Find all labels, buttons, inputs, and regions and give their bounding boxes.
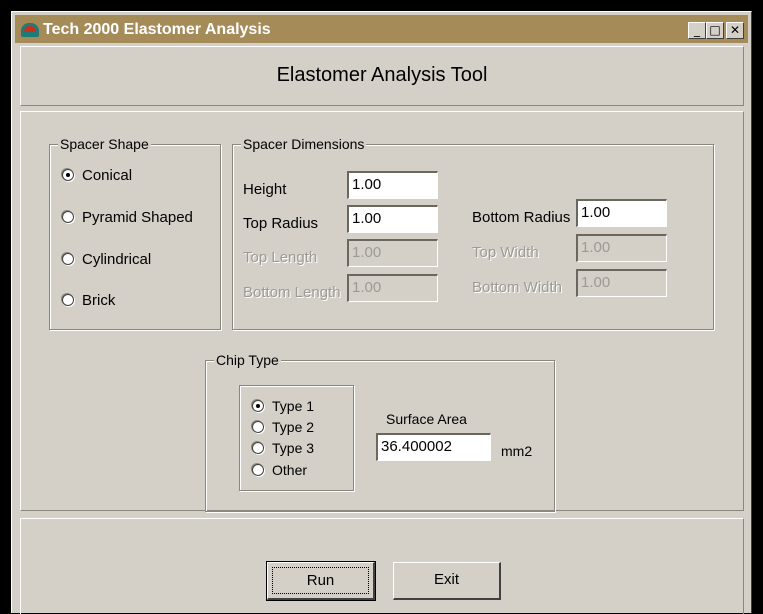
radio-label: Other — [272, 462, 308, 478]
chip-type-legend: Chip Type — [214, 352, 281, 368]
bottom-length-label: Bottom Length — [243, 284, 341, 301]
height-input[interactable]: 1.00 — [347, 171, 438, 199]
chip-type-group: Chip Type Type 1 Type 2 Type 3 Other Sur… — [205, 352, 555, 512]
radio-label: Type 2 — [272, 419, 315, 435]
radio-brick[interactable]: Brick — [62, 292, 115, 309]
spacer-shape-legend: Spacer Shape — [58, 136, 151, 152]
radio-button-icon[interactable] — [62, 294, 74, 307]
radio-label: Type 1 — [272, 398, 315, 414]
exit-button[interactable]: Exit — [393, 562, 501, 600]
title-bar[interactable]: Tech 2000 Elastomer Analysis _ □ ✕ — [15, 15, 748, 43]
radio-button-icon[interactable] — [62, 253, 74, 266]
app-window: Tech 2000 Elastomer Analysis _ □ ✕ Elast… — [11, 11, 752, 614]
radio-button-icon[interactable] — [252, 442, 264, 455]
window-title: Tech 2000 Elastomer Analysis — [43, 21, 271, 38]
top-length-label: Top Length — [243, 249, 318, 266]
radio-cylindrical[interactable]: Cylindrical — [62, 251, 151, 268]
radio-label: Cylindrical — [82, 251, 152, 268]
spacer-dimensions-legend: Spacer Dimensions — [241, 136, 367, 152]
top-length-input: 1.00 — [347, 239, 438, 267]
minimize-button[interactable]: _ — [688, 22, 706, 39]
radio-button-icon[interactable] — [252, 421, 264, 434]
radio-button-icon[interactable] — [252, 400, 264, 413]
radio-label: Brick — [82, 292, 116, 309]
surface-area-input[interactable]: 36.400002 — [376, 433, 491, 461]
top-radius-input[interactable]: 1.00 — [347, 205, 438, 233]
radio-label: Type 3 — [272, 440, 315, 456]
spacer-dimensions-group: Spacer Dimensions Height 1.00 Top Radius… — [232, 136, 714, 330]
bottom-radius-label: Bottom Radius — [472, 209, 571, 226]
radio-conical[interactable]: Conical — [62, 167, 132, 184]
content-panel: Spacer Shape Conical Pyramid Shaped Cyli… — [20, 111, 744, 512]
radio-type-3[interactable]: Type 3 — [252, 440, 314, 456]
chip-type-options-box: Type 1 Type 2 Type 3 Other — [239, 385, 354, 491]
spacer-shape-group: Spacer Shape Conical Pyramid Shaped Cyli… — [49, 136, 221, 330]
bottom-length-input: 1.00 — [347, 274, 438, 302]
radio-button-icon[interactable] — [252, 464, 264, 477]
maximize-button[interactable]: □ — [706, 22, 724, 39]
bottom-radius-input[interactable]: 1.00 — [576, 199, 667, 227]
radio-button-icon[interactable] — [62, 169, 74, 182]
radio-label: Pyramid Shaped — [82, 209, 193, 226]
height-label: Height — [243, 181, 287, 198]
surface-area-unit: mm2 — [501, 443, 533, 459]
surface-area-label: Surface Area — [386, 411, 467, 427]
page-title: Elastomer Analysis Tool — [276, 64, 488, 86]
bottom-width-input: 1.00 — [576, 269, 667, 297]
top-radius-label: Top Radius — [243, 215, 319, 232]
radio-type-1[interactable]: Type 1 — [252, 398, 314, 414]
top-width-input: 1.00 — [576, 234, 667, 262]
button-panel: Run Exit — [20, 518, 744, 614]
run-button[interactable]: Run — [266, 561, 376, 601]
bottom-width-label: Bottom Width — [472, 279, 563, 296]
radio-pyramid-shaped[interactable]: Pyramid Shaped — [62, 209, 193, 226]
top-width-label: Top Width — [472, 244, 539, 261]
radio-other[interactable]: Other — [252, 462, 307, 478]
header-panel: Elastomer Analysis Tool — [20, 46, 744, 106]
close-button[interactable]: ✕ — [726, 22, 744, 39]
radio-type-2[interactable]: Type 2 — [252, 419, 314, 435]
app-icon[interactable] — [21, 23, 39, 37]
run-button-label: Run — [272, 567, 369, 594]
radio-button-icon[interactable] — [62, 211, 74, 224]
radio-label: Conical — [82, 167, 133, 184]
